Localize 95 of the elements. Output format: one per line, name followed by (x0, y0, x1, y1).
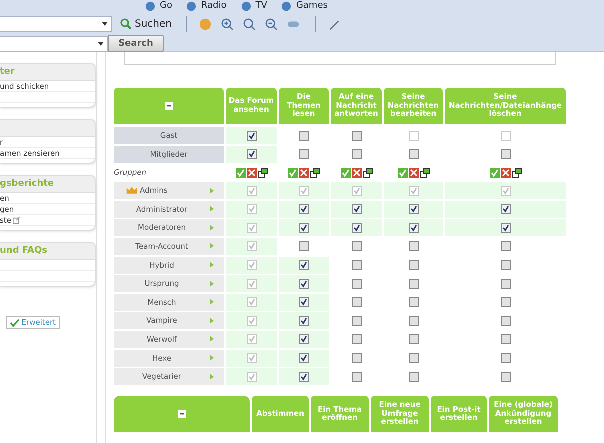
permission-checkbox[interactable] (500, 241, 510, 252)
expand-arrow-icon[interactable] (210, 224, 214, 231)
permission-checkbox[interactable] (408, 149, 418, 160)
expand-arrow-icon[interactable] (210, 262, 214, 268)
expand-arrow-icon[interactable] (210, 355, 214, 362)
permission-checkbox[interactable] (352, 334, 362, 344)
permission-checkbox[interactable] (299, 353, 309, 364)
copy-icon[interactable] (258, 168, 268, 178)
permission-checkbox[interactable] (352, 204, 362, 214)
permission-checkbox[interactable] (352, 372, 362, 382)
collapse-icon[interactable] (178, 410, 186, 418)
permission-checkbox[interactable] (352, 297, 362, 308)
permission-checkbox[interactable] (352, 222, 362, 233)
permission-checkbox[interactable] (352, 149, 362, 160)
zoom-in-icon[interactable] (221, 18, 234, 30)
expand-arrow-icon[interactable] (210, 336, 214, 342)
dropdown-caret-icon[interactable] (98, 42, 104, 46)
permission-checkbox[interactable] (408, 278, 418, 289)
permission-checkbox[interactable] (246, 149, 256, 160)
permission-checkbox[interactable] (500, 353, 510, 364)
permission-checkbox[interactable] (408, 372, 418, 382)
card-title: gsberichte (0, 179, 54, 189)
permission-checkbox[interactable] (299, 260, 309, 270)
permission-checkbox[interactable] (500, 204, 510, 214)
permission-checkbox[interactable] (408, 241, 418, 252)
permission-checkbox[interactable] (408, 297, 418, 308)
permission-checkbox[interactable] (500, 372, 510, 382)
permission-checkbox[interactable] (500, 316, 510, 326)
permission-checkbox[interactable] (500, 278, 510, 289)
permission-checkbox[interactable] (352, 316, 362, 326)
collapse-icon[interactable] (165, 102, 173, 110)
toolbar-link[interactable]: TV (256, 1, 268, 11)
permission-checkbox[interactable] (352, 260, 362, 270)
permission-checkbox[interactable] (299, 204, 309, 214)
permission-checkbox[interactable] (352, 241, 362, 252)
web-search-button[interactable]: Search (108, 35, 164, 52)
card-title: und FAQs (0, 246, 48, 256)
permission-checkbox[interactable] (299, 149, 309, 160)
permission-checkbox[interactable] (500, 297, 510, 308)
permission-checkbox[interactable] (408, 334, 418, 344)
permission-checkbox[interactable] (299, 278, 309, 289)
expand-arrow-icon[interactable] (210, 374, 214, 380)
copy-icon[interactable] (362, 168, 372, 178)
zoom-reset-icon[interactable] (243, 18, 256, 30)
dropdown-caret-icon[interactable] (102, 22, 108, 26)
check-all-icon[interactable] (340, 168, 350, 178)
permission-checkbox[interactable] (500, 222, 510, 233)
permission-checkbox[interactable] (408, 260, 418, 270)
checkmark-icon (10, 318, 20, 326)
expand-arrow-icon[interactable] (210, 206, 214, 212)
search-icon (120, 18, 132, 30)
copy-icon[interactable] (310, 168, 320, 178)
uncheck-all-icon[interactable] (299, 168, 309, 178)
permission-checkbox[interactable] (352, 130, 362, 140)
permission-checkbox[interactable] (352, 353, 362, 364)
toolbar-link[interactable]: Games (296, 1, 328, 11)
permission-checkbox[interactable] (500, 260, 510, 270)
expand-arrow-icon[interactable] (210, 299, 214, 306)
uncheck-all-icon[interactable] (352, 168, 362, 178)
find-button[interactable]: Suchen (118, 18, 174, 30)
expand-arrow-icon[interactable] (210, 188, 214, 194)
check-all-icon[interactable] (490, 168, 500, 178)
toolbar-link[interactable]: Go (160, 1, 172, 11)
check-all-icon[interactable] (288, 168, 298, 178)
permission-checkbox[interactable] (299, 241, 309, 252)
permission-checkbox[interactable] (299, 316, 309, 326)
permission-checkbox[interactable] (299, 334, 309, 344)
permission-checkbox[interactable] (408, 353, 418, 364)
uncheck-all-icon[interactable] (408, 168, 418, 178)
permission-checkbox[interactable] (299, 297, 309, 308)
expand-arrow-icon[interactable] (210, 318, 214, 324)
uncheck-all-icon[interactable] (246, 168, 256, 178)
permission-checkbox[interactable] (352, 278, 362, 289)
copy-icon[interactable] (512, 168, 522, 178)
permission-checkbox[interactable] (299, 130, 309, 140)
copy-icon[interactable] (420, 168, 430, 178)
zoom-out-icon[interactable] (265, 18, 278, 30)
check-all-icon[interactable] (236, 168, 246, 178)
uncheck-all-icon[interactable] (500, 168, 510, 178)
permission-checkbox[interactable] (246, 130, 256, 140)
permission-checkbox[interactable] (408, 204, 418, 214)
check-all-icon[interactable] (398, 168, 408, 178)
expand-arrow-icon[interactable] (210, 280, 214, 287)
permission-checkbox[interactable] (408, 222, 418, 233)
expand-arrow-icon[interactable] (210, 243, 214, 250)
crown-icon (126, 186, 138, 196)
web-search-field[interactable] (0, 36, 108, 52)
permission-checkbox[interactable] (500, 149, 510, 160)
permission-checkbox[interactable] (408, 316, 418, 326)
permission-checkbox[interactable] (299, 372, 309, 382)
permission-checkbox[interactable] (299, 222, 309, 233)
toolbar-link[interactable]: Radio (201, 1, 227, 11)
permission-checkbox[interactable] (500, 334, 510, 344)
search-combo-field[interactable] (0, 16, 112, 32)
card-title: ter (0, 67, 15, 77)
